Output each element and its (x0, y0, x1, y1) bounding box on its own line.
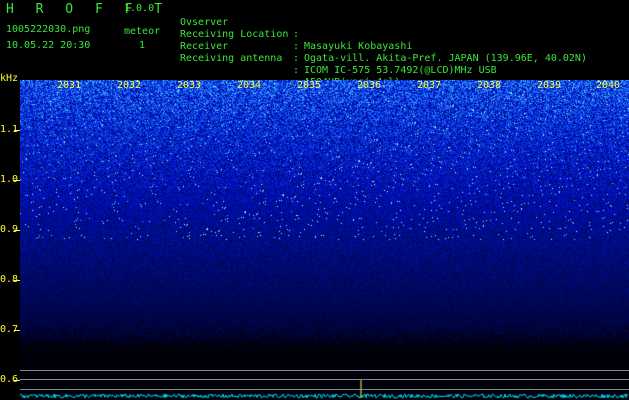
x-tick-label: 2036 (357, 80, 382, 91)
x-tick-label: 2037 (417, 80, 442, 91)
info-label: Receiving antenna (180, 53, 283, 64)
meteor-count: 1 (139, 40, 146, 51)
x-tick-label: 2032 (117, 80, 142, 91)
y-tick-mark (14, 280, 20, 281)
y-tick-mark (14, 380, 20, 381)
x-tick-label: 2040 (596, 80, 621, 91)
reference-line (20, 389, 629, 390)
info-separator: : (293, 53, 300, 64)
y-axis-unit: kHz (0, 73, 19, 84)
x-tick-label: 2038 (477, 80, 502, 91)
x-tick-label: 2031 (57, 80, 82, 91)
reference-line (20, 379, 629, 380)
x-tick-label: 2033 (177, 80, 202, 91)
info-value: Ogata-vill. Akita-Pref. JAPAN (139.96E, … (304, 53, 587, 64)
app-version: 1.0.0 (124, 3, 155, 14)
file-name: 1005222030.png (6, 24, 91, 35)
y-tick-mark (14, 130, 20, 131)
info-separator: : (293, 65, 300, 76)
x-tick-label: 2039 (537, 80, 562, 91)
x-tick-label: 2035 (297, 80, 322, 91)
spectrogram-canvas (20, 80, 629, 400)
header-panel: H R O F F T 1.0.0 1005222030.png 10.05.2… (0, 0, 629, 88)
info-value: ICOM IC-575 53.7492(@LCD)MHz USB (304, 65, 497, 76)
y-tick-mark (14, 330, 20, 331)
x-tick-label: 2034 (237, 80, 262, 91)
y-tick-mark (14, 180, 20, 181)
info-separator: : (293, 29, 300, 40)
y-tick-mark (14, 230, 20, 231)
reference-line (20, 370, 629, 371)
meteor-label: meteor (124, 26, 161, 37)
date-time: 10.05.22 20:30 (6, 40, 91, 51)
info-separator: : (293, 41, 300, 52)
info-value: Masayuki Kobayashi (304, 41, 413, 52)
